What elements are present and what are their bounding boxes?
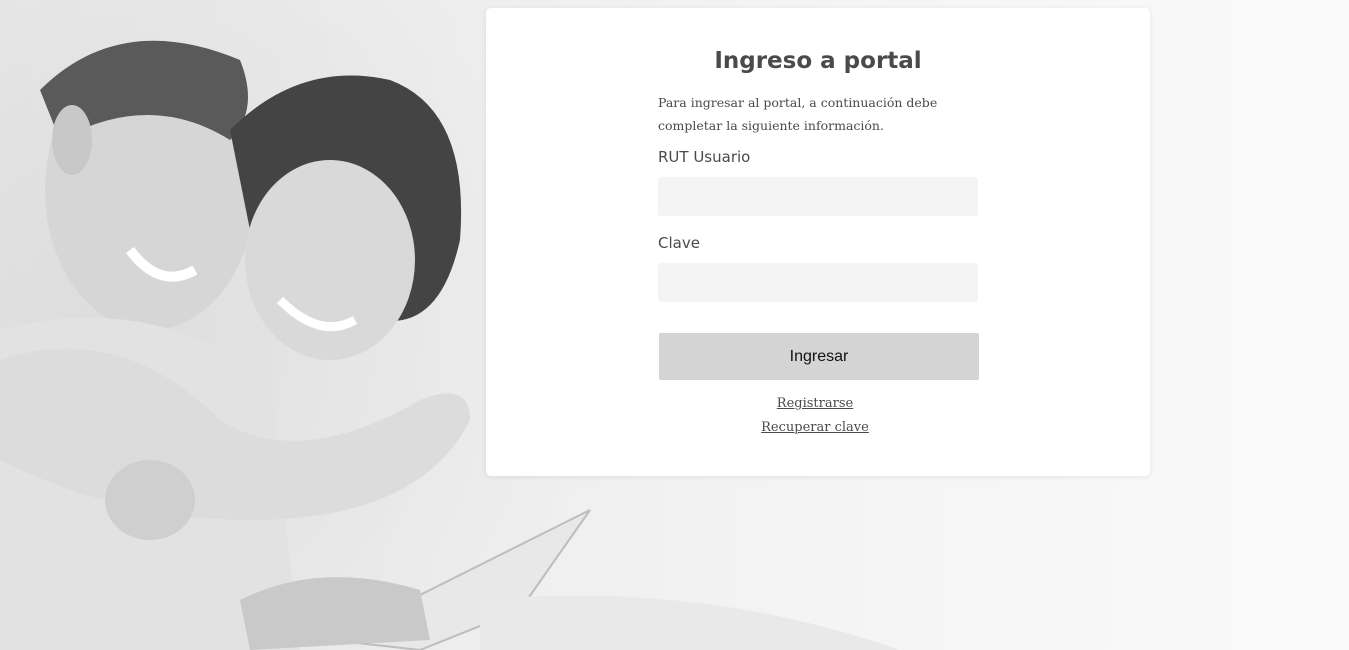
intro-text: Para ingresar al portal, a continuación … (658, 91, 938, 137)
login-card: Ingreso a portal Para ingresar al portal… (486, 8, 1150, 476)
recover-password-link[interactable]: Recuperar clave (761, 420, 869, 435)
rut-input[interactable] (658, 177, 978, 216)
register-link[interactable]: Registrarse (777, 396, 853, 411)
page-title: Ingreso a portal (714, 48, 922, 74)
intro-line-1: Para ingresar al portal, a continuación … (658, 95, 938, 110)
intro-line-2: completar la siguiente información. (658, 118, 884, 133)
password-label: Clave (658, 234, 700, 252)
register-link-row: Registrarse (486, 395, 1144, 413)
password-input[interactable] (658, 263, 978, 302)
login-button[interactable]: Ingresar (659, 333, 979, 380)
recover-password-link-row: Recuperar clave (486, 419, 1144, 437)
rut-label: RUT Usuario (658, 148, 751, 166)
